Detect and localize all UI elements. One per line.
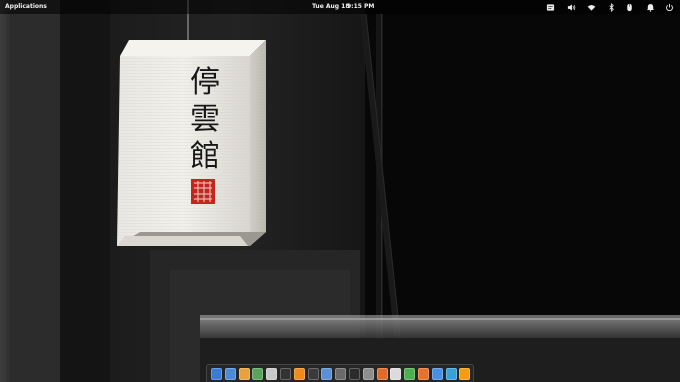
text-editor-icon[interactable]	[545, 2, 555, 12]
red-seal-stamp	[191, 179, 215, 204]
lantern-calligraphy: 停 雲 館	[183, 64, 227, 175]
panel-date[interactable]: Tue Aug 18	[312, 0, 350, 14]
vlc-player-icon[interactable]	[459, 368, 471, 380]
app-center-icon[interactable]	[362, 368, 374, 380]
power-icon[interactable]	[664, 2, 674, 12]
volume-icon[interactable]	[566, 2, 576, 12]
calendar-icon[interactable]	[252, 368, 264, 380]
notifications-icon[interactable]	[645, 2, 655, 12]
wifi-icon[interactable]	[586, 2, 596, 12]
vlc-icon[interactable]	[293, 368, 305, 380]
console-icon[interactable]	[349, 368, 360, 380]
workspace-switcher-icon[interactable]	[224, 368, 236, 380]
firefox-icon[interactable]	[418, 368, 429, 380]
terminal-icon[interactable]	[307, 368, 319, 380]
music-icon[interactable]	[280, 368, 291, 380]
mail-icon[interactable]	[238, 368, 250, 380]
folder-icon[interactable]	[321, 368, 333, 380]
text-editor-icon[interactable]	[390, 368, 402, 380]
lantern-char-2: 雲	[190, 102, 220, 137]
fontforge-icon[interactable]	[445, 368, 457, 380]
top-panel: Applications Tue Aug 18 9:15 PM	[0, 0, 680, 14]
wallpaper-photo	[0, 0, 680, 382]
bluetooth-icon[interactable]	[606, 2, 616, 12]
image-viewer-icon[interactable]	[335, 368, 347, 380]
applications-menu[interactable]: Applications	[5, 0, 47, 14]
chromium-icon[interactable]	[431, 368, 443, 380]
store-icon[interactable]	[376, 368, 388, 380]
files-icon[interactable]	[266, 368, 278, 380]
panel-time[interactable]: 9:15 PM	[347, 0, 374, 14]
multitasking-view-icon[interactable]	[211, 368, 222, 380]
dock	[206, 364, 474, 382]
photos-icon[interactable]	[404, 368, 416, 380]
mouse-icon[interactable]	[624, 2, 634, 12]
lantern-char-1: 停	[190, 65, 220, 100]
lantern-char-3: 館	[190, 139, 220, 174]
